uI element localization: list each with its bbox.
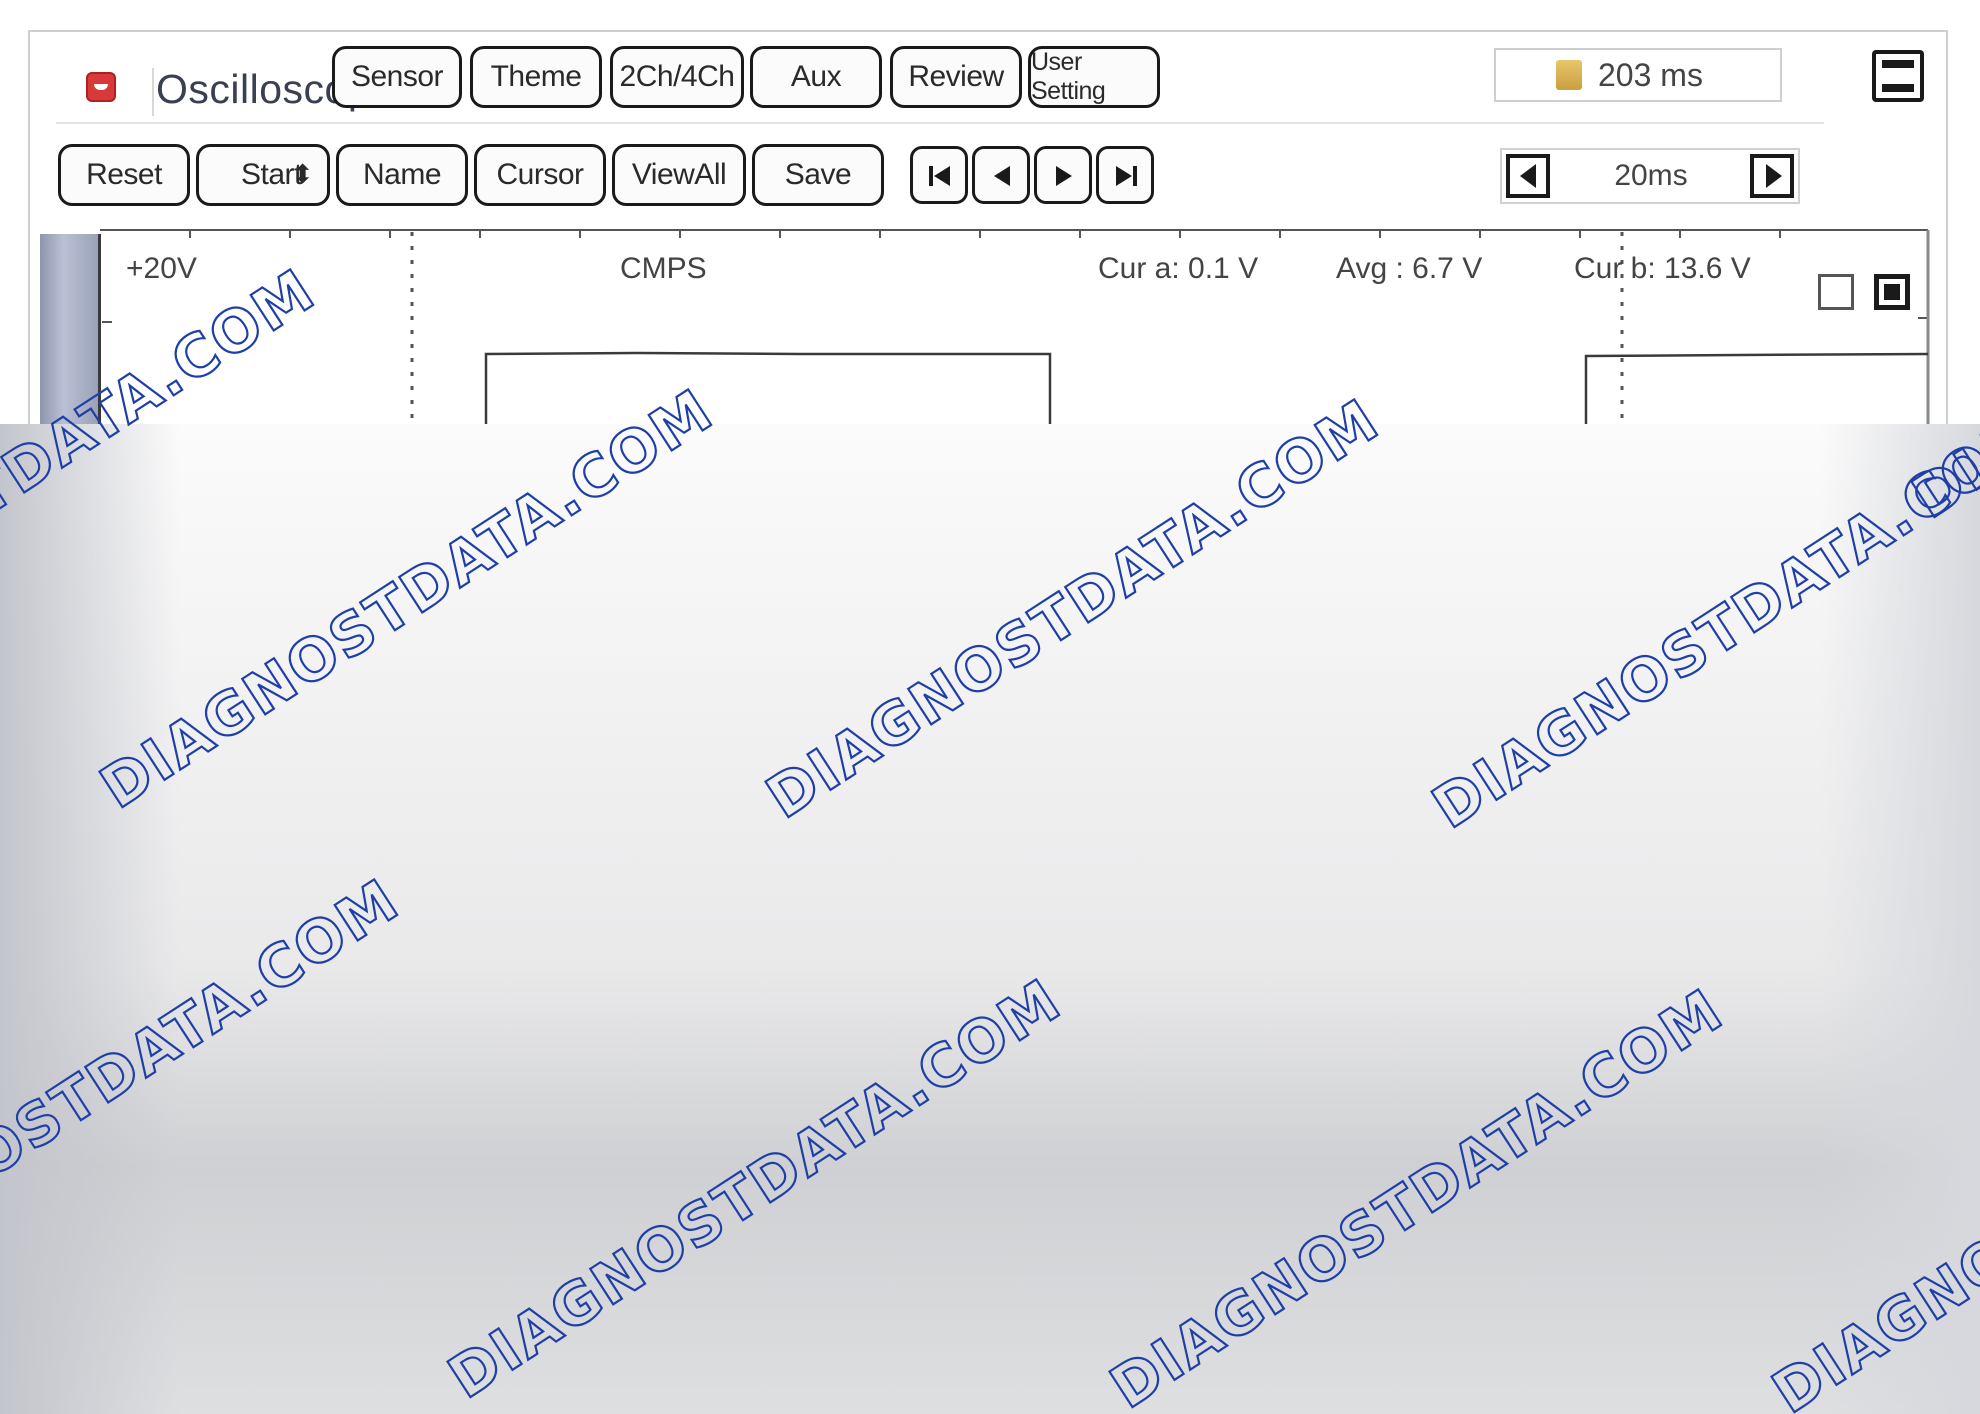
oscilloscope-app-icon xyxy=(86,72,116,102)
view-all-button[interactable]: ViewAll xyxy=(612,144,746,206)
capture-time-display: 203 ms xyxy=(1494,48,1782,102)
step-back-button[interactable] xyxy=(972,146,1030,204)
up-down-icon: ⬍ xyxy=(291,159,314,189)
channel-mode-button[interactable]: 2Ch/4Ch xyxy=(610,46,744,108)
timebase-increase-button[interactable] xyxy=(1750,154,1794,198)
title-divider xyxy=(152,68,154,116)
skip-to-end-button[interactable] xyxy=(1096,146,1154,204)
triangle-left-icon xyxy=(1520,164,1536,188)
cursor-a-readout: Cur a: 0.1 V xyxy=(1098,252,1259,285)
timer-icon xyxy=(1556,60,1582,90)
channel-checkbox-filled[interactable] xyxy=(1874,274,1910,310)
reset-button[interactable]: Reset xyxy=(58,144,190,206)
play-left-icon xyxy=(994,166,1010,186)
cursor-b-readout: Cur b: 13.6 V xyxy=(1574,252,1751,285)
top-tick-marks xyxy=(189,230,1781,238)
name-button[interactable]: Name xyxy=(336,144,468,206)
average-readout: Avg : 6.7 V xyxy=(1336,252,1483,285)
y-max-label: +20V xyxy=(126,252,197,285)
skip-forward-icon xyxy=(1116,166,1137,186)
timebase-value: 20ms xyxy=(1614,159,1688,192)
waveform-plot[interactable]: +20V CMPS Cur a: 0.1 V Avg : 6.7 V Cur b… xyxy=(40,226,1940,442)
left-shadow xyxy=(0,424,180,1414)
skip-back-icon xyxy=(929,166,950,186)
channel-name: CMPS xyxy=(620,252,707,285)
header-row: Oscilloscope Sensor Theme 2Ch/4Ch Aux Re… xyxy=(30,32,1946,130)
theme-button[interactable]: Theme xyxy=(470,46,602,108)
user-setting-button[interactable]: User Setting xyxy=(1028,46,1160,108)
skip-to-start-button[interactable] xyxy=(910,146,968,204)
step-forward-button[interactable] xyxy=(1034,146,1092,204)
play-right-icon xyxy=(1056,166,1072,186)
channel-checkbox-empty[interactable] xyxy=(1818,274,1854,310)
timebase-control: 20ms xyxy=(1500,148,1800,204)
right-shadow xyxy=(1820,424,1980,1414)
sensor-button[interactable]: Sensor xyxy=(332,46,462,108)
cursor-button[interactable]: Cursor xyxy=(474,144,606,206)
timebase-decrease-button[interactable] xyxy=(1506,154,1550,198)
triangle-right-icon xyxy=(1766,164,1782,188)
window-menu-icon[interactable] xyxy=(1872,50,1924,102)
header-divider xyxy=(56,122,1824,124)
review-button[interactable]: Review xyxy=(890,46,1022,108)
blurred-background xyxy=(0,424,1980,1414)
aux-button[interactable]: Aux xyxy=(750,46,882,108)
capture-time-value: 203 ms xyxy=(1598,56,1703,93)
start-button[interactable]: Start ⬍ xyxy=(196,144,330,206)
save-button[interactable]: Save xyxy=(752,144,884,206)
oscilloscope-window: Oscilloscope Sensor Theme 2Ch/4Ch Aux Re… xyxy=(28,30,1948,442)
